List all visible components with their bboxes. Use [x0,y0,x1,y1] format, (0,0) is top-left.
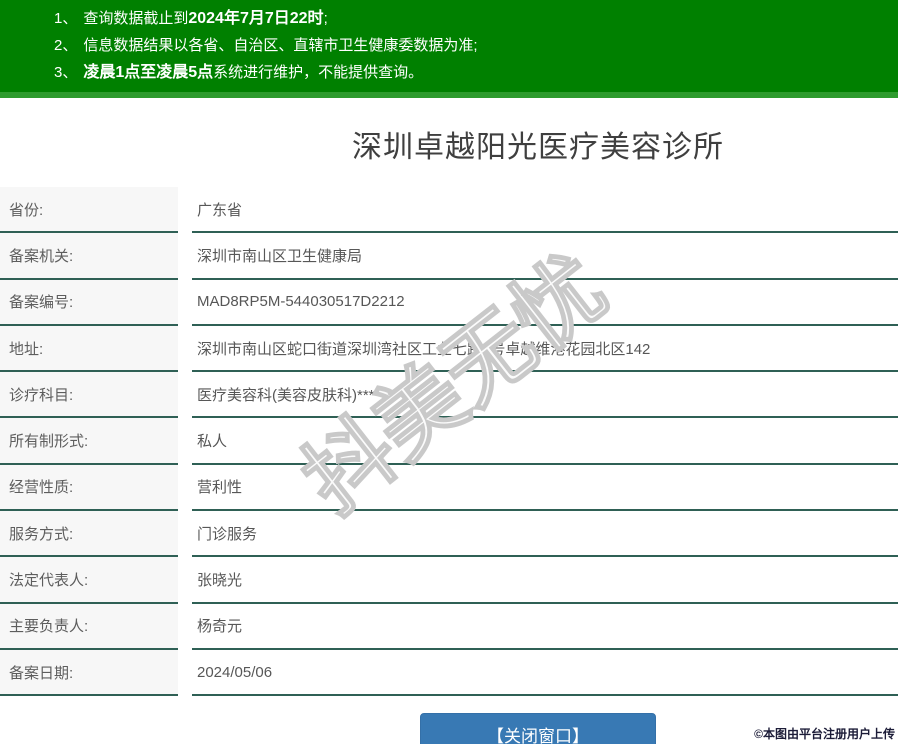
row-value: 张晓光 [192,557,898,604]
upload-copyright-note: ©本图由平台注册用户上传 [754,727,895,741]
notice-line-1: 1、 查询数据截止到2024年7月7日22时; [0,5,898,32]
row-value: 深圳市南山区蛇口街道深圳湾社区工业七路8号卓越维港花园北区142 [192,326,898,373]
table-row-record-date: 备案日期: 2024/05/06 [0,649,898,697]
row-label: 地址: [0,325,178,373]
table-row-treatment-subjects: 诊疗科目: 医疗美容科(美容皮肤科)****** [0,372,898,419]
row-label: 备案机关: [0,233,178,280]
row-value: 广东省 [192,187,898,234]
row-value: 杨奇元 [192,604,898,650]
row-label: 主要负责人: [0,603,178,650]
notice-text: ; [323,10,328,27]
table-row-province: 省份: 广东省 [0,187,898,234]
notice-text: 信息数据结果以各省、自治区、直辖市卫生健康委数据为准; [83,37,478,54]
table-row-principal: 主要负责人: 杨奇元 [0,603,898,650]
registration-info-table: 省份: 广东省 备案机关: 深圳市南山区卫生健康局 备案编号: MAD8RP5M… [0,187,898,697]
row-value: 医疗美容科(美容皮肤科)****** [192,372,898,419]
page: 1、 查询数据截止到2024年7月7日22时; 2、 信息数据结果以各省、自治区、直… [0,0,898,744]
notice-text-bold: 2024年7月7日22时 [188,10,324,27]
notice-line-2: 2、 信息数据结果以各省、自治区、直辖市卫生健康委数据为准; [0,32,898,59]
table-row-ownership: 所有制形式: 私人 [0,418,898,465]
notice-banner: 1、 查询数据截止到2024年7月7日22时; 2、 信息数据结果以各省、自治区、直… [0,0,898,98]
table-row-legal-representative: 法定代表人: 张晓光 [0,557,898,604]
table-row-business-nature: 经营性质: 营利性 [0,464,898,512]
table-row-record-number: 备案编号: MAD8RP5M-544030517D2212 [0,279,898,326]
row-value: 门诊服务 [192,511,898,558]
notice-text-bold: 凌晨1点至凌晨5点 [83,64,214,81]
table-row-authority: 备案机关: 深圳市南山区卫生健康局 [0,233,898,280]
row-label: 服务方式: [0,511,178,558]
row-label: 备案编号: [0,279,178,326]
notice-text: 系统进行维护，不能提供查询。 [213,64,424,81]
close-window-button[interactable]: 【关闭窗口】 [420,713,656,744]
row-label: 法定代表人: [0,557,178,604]
row-value: 私人 [192,418,898,465]
table-row-address: 地址: 深圳市南山区蛇口街道深圳湾社区工业七路8号卓越维港花园北区142 [0,325,898,373]
notice-number: 2、 [54,37,78,54]
row-value: 2024/05/06 [192,650,898,697]
row-label: 诊疗科目: [0,372,178,419]
row-label: 所有制形式: [0,418,178,465]
row-label: 省份: [0,187,178,234]
notice-line-3: 3、 凌晨1点至凌晨5点系统进行维护，不能提供查询。 [0,59,898,86]
notice-number: 3、 [54,64,78,81]
row-value: 深圳市南山区卫生健康局 [192,233,898,280]
row-value: 营利性 [192,465,898,512]
notice-number: 1、 [54,10,78,27]
row-value: MAD8RP5M-544030517D2212 [192,280,898,326]
notice-text: 查询数据截止到 [83,10,189,27]
table-row-service-mode: 服务方式: 门诊服务 [0,511,898,558]
row-label: 备案日期: [0,649,178,697]
page-title: 深圳卓越阳光医疗美容诊所 [352,131,724,164]
row-label: 经营性质: [0,464,178,512]
